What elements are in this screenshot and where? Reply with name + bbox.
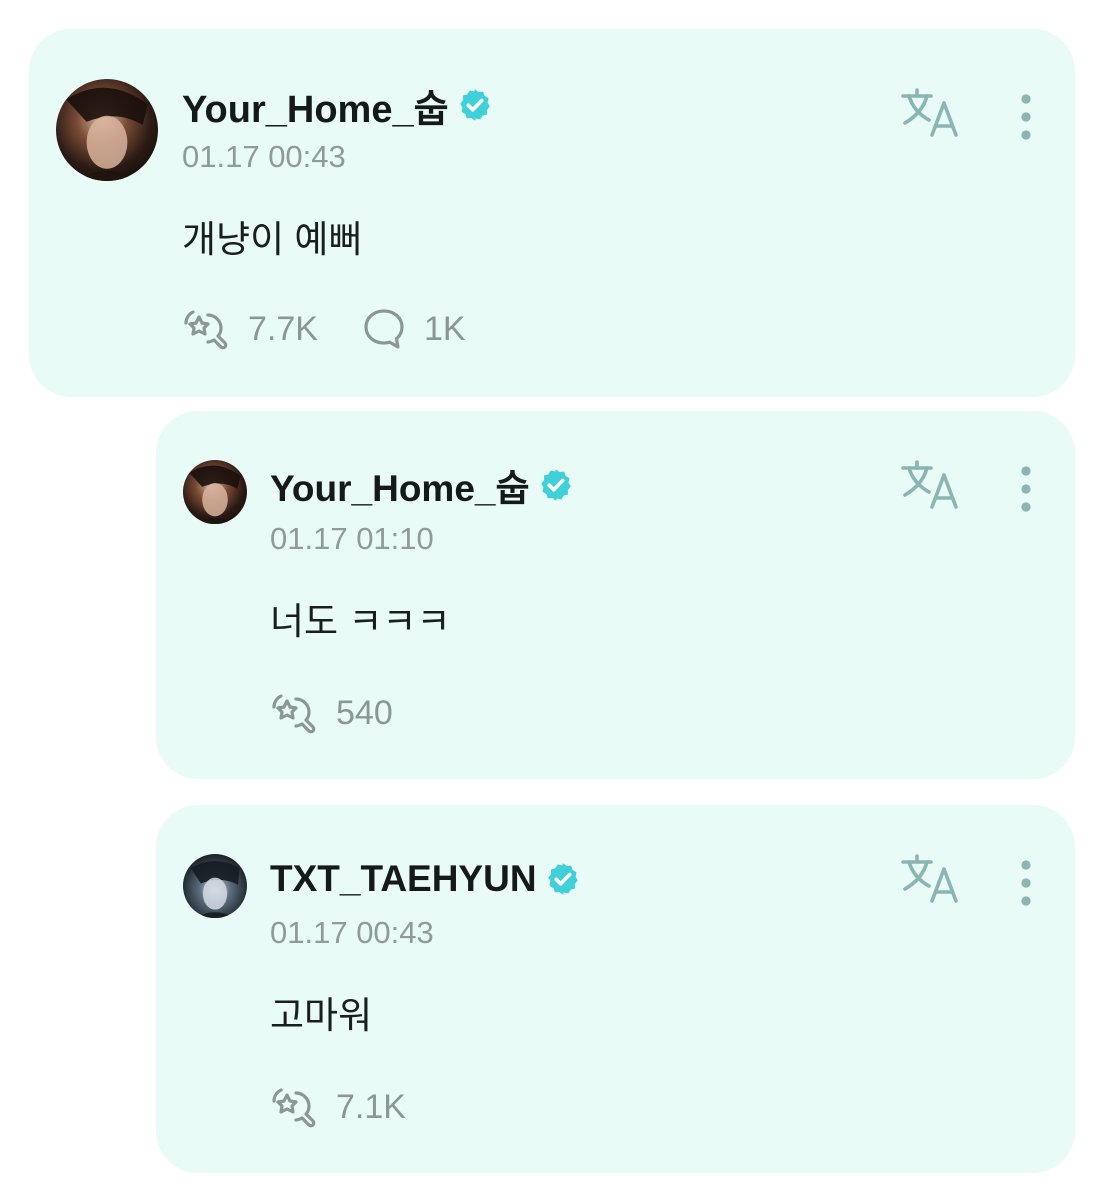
verified-badge-icon [457,87,493,123]
timestamp: 01.17 00:43 [182,139,346,174]
more-vertical-icon [1011,857,1041,909]
username[interactable]: Your_Home_숩 [270,458,530,512]
timestamp: 01.17 01:10 [270,521,434,556]
timestamp: 01.17 00:43 [270,915,434,950]
post-text: 개냥이 예뻐 [182,219,363,260]
username[interactable]: TXT_TAEHYUN [270,858,537,900]
translate-icon [899,459,963,511]
more-vertical-icon [1011,463,1041,515]
author-row: Your_Home_숩 [182,83,493,131]
avatar[interactable] [56,79,158,181]
reaction-count: 540 [336,693,393,732]
more-options-button[interactable] [1011,857,1041,909]
reply-card[interactable]: TXT_TAEHYUN 01.17 00:43 고마워 7.1K [156,805,1075,1173]
reply-text: 너도 ㅋㅋㅋ [270,601,451,642]
verified-badge-icon [538,467,574,503]
avatar[interactable] [183,460,247,524]
author-row: Your_Home_숩 [270,463,574,509]
reaction-button[interactable]: 7.7K [182,307,318,351]
reaction-icon [182,307,230,351]
comment-icon [362,307,406,351]
translate-button[interactable] [899,459,963,511]
more-vertical-icon [1011,91,1041,143]
translate-icon [899,87,963,139]
more-options-button[interactable] [1011,463,1041,515]
reaction-icon [270,1085,318,1129]
verified-badge-icon [545,861,581,897]
translate-icon [899,853,963,905]
reaction-button[interactable]: 540 [270,691,393,735]
reaction-button[interactable]: 7.1K [270,1085,406,1129]
post-card[interactable]: Your_Home_숩 01.17 00:43 개냥이 예뻐 7.7K 1K [29,29,1075,397]
avatar[interactable] [183,854,247,918]
more-options-button[interactable] [1011,91,1041,143]
reaction-count: 7.1K [336,1087,406,1126]
translate-button[interactable] [899,87,963,139]
comment-button[interactable]: 1K [362,307,466,351]
reply-text: 고마워 [270,995,373,1036]
username[interactable]: Your_Home_숩 [182,78,449,133]
reaction-count: 7.7K [248,309,318,348]
translate-button[interactable] [899,853,963,905]
author-row: TXT_TAEHYUN [270,857,581,901]
reaction-icon [270,691,318,735]
comment-count: 1K [424,309,466,348]
reply-card[interactable]: Your_Home_숩 01.17 01:10 너도 ㅋㅋㅋ 540 [156,411,1075,779]
